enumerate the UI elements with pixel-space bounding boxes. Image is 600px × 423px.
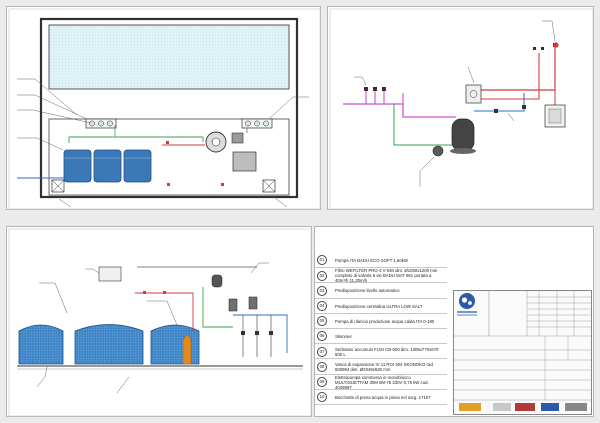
plan-control-cabinet bbox=[232, 151, 257, 172]
legend-row: 02 Filtro WEFILTER PRO-3 V-030 dim. Ø105… bbox=[315, 268, 447, 284]
legend-table: 01 Pompa ITA BADU ECO SOFT 1,60kW 02 Fil… bbox=[315, 227, 447, 418]
legend-number: 03 bbox=[317, 285, 327, 296]
section-control-box bbox=[98, 266, 122, 282]
legend-number: 10 bbox=[317, 392, 327, 403]
schematic-pipe-red bbox=[474, 45, 556, 91]
legend-description: Filtro WEFILTER PRO-3 V-030 dim. Ø1050x1… bbox=[335, 268, 438, 284]
legend-row: 09 Elettropompa sommersa in monoblocco M… bbox=[315, 375, 447, 390]
legend-description: Pompa ITA BADU ECO SOFT 1,60kW bbox=[335, 258, 408, 263]
legend-number: 08 bbox=[317, 361, 327, 372]
legend-description: Predisposizione centralina ULTRA LOW SAL… bbox=[335, 303, 423, 309]
plan-tank-2 bbox=[93, 149, 122, 183]
sheet-section-view bbox=[6, 226, 312, 417]
company-logo-icon bbox=[459, 293, 475, 309]
schematic-pipe-magenta bbox=[343, 103, 456, 118]
legend-number: 04 bbox=[317, 300, 327, 311]
section-pipe-red bbox=[135, 292, 194, 331]
legend-description: Bocchette di presa acqua in piena nel so… bbox=[335, 394, 431, 400]
legend-row: 10 Bocchette di presa acqua in piena nel… bbox=[315, 390, 447, 405]
plan-pump bbox=[231, 132, 244, 144]
plan-tank-1 bbox=[63, 149, 92, 183]
section-pump-flame bbox=[182, 334, 192, 365]
legend-description: Serbatoio accumulo FUSI CB-500 dim. 1305… bbox=[335, 346, 439, 357]
legend-number: 01 bbox=[317, 255, 327, 266]
plan-pool-basin bbox=[48, 24, 290, 90]
schematic-filter bbox=[451, 118, 475, 152]
plan-tank-3 bbox=[123, 149, 152, 183]
section-tank-3 bbox=[150, 324, 200, 365]
legend-row: 05 Pompa di rilancio produzione acqua ca… bbox=[315, 314, 447, 329]
legend-description: Skimmer bbox=[335, 334, 352, 339]
legend-number: 07 bbox=[317, 346, 327, 357]
legend-row: 06 Skimmer bbox=[315, 329, 447, 345]
section-tank-1 bbox=[18, 324, 64, 365]
sheet-hydraulic-schematic bbox=[327, 6, 594, 210]
legend-description: Pompa di rilancio produzione acqua calda… bbox=[335, 318, 435, 324]
plan-pipe-green bbox=[68, 136, 204, 143]
plan-view-drawing bbox=[8, 8, 321, 210]
title-block bbox=[453, 290, 592, 415]
legend-row: 07 Serbatoio accumulo FUSI CB-500 dim. 1… bbox=[315, 344, 447, 360]
legend-description: Vasca di espansione IV 11 ROI 304 SKONOK… bbox=[335, 361, 434, 372]
legend-row: 04 Predisposizione centralina ULTRA LOW … bbox=[315, 299, 447, 314]
section-view-drawing bbox=[8, 228, 312, 417]
partner-logos bbox=[459, 403, 587, 411]
legend-number: 09 bbox=[317, 376, 327, 387]
legend-description: Predisposizione livello automatico bbox=[335, 288, 400, 294]
section-tank-2 bbox=[74, 324, 144, 365]
schematic-pump bbox=[432, 145, 444, 157]
section-pipe-green bbox=[202, 287, 233, 328]
schematic-heater bbox=[465, 84, 482, 104]
title-block-drawing bbox=[453, 290, 592, 415]
legend-number: 02 bbox=[317, 270, 327, 281]
legend-description: Elettropompa sommersa in monoblocco MULT… bbox=[335, 374, 429, 390]
legend-row: 03 Predisposizione livello automatico bbox=[315, 283, 447, 299]
sheet-legend: 01 Pompa ITA BADU ECO SOFT 1,60kW 02 Fil… bbox=[314, 226, 594, 417]
legend-row: 08 Vasca di espansione IV 11 ROI 304 SKO… bbox=[315, 359, 447, 375]
schematic-pipe-blue bbox=[474, 93, 525, 112]
sheet-plan-view bbox=[6, 6, 321, 210]
legend-row: 01 Pompa ITA BADU ECO SOFT 1,60kW bbox=[315, 253, 447, 269]
legend-number: 05 bbox=[317, 316, 327, 327]
legend-number: 06 bbox=[317, 331, 327, 342]
schematic-drawing bbox=[329, 8, 594, 210]
